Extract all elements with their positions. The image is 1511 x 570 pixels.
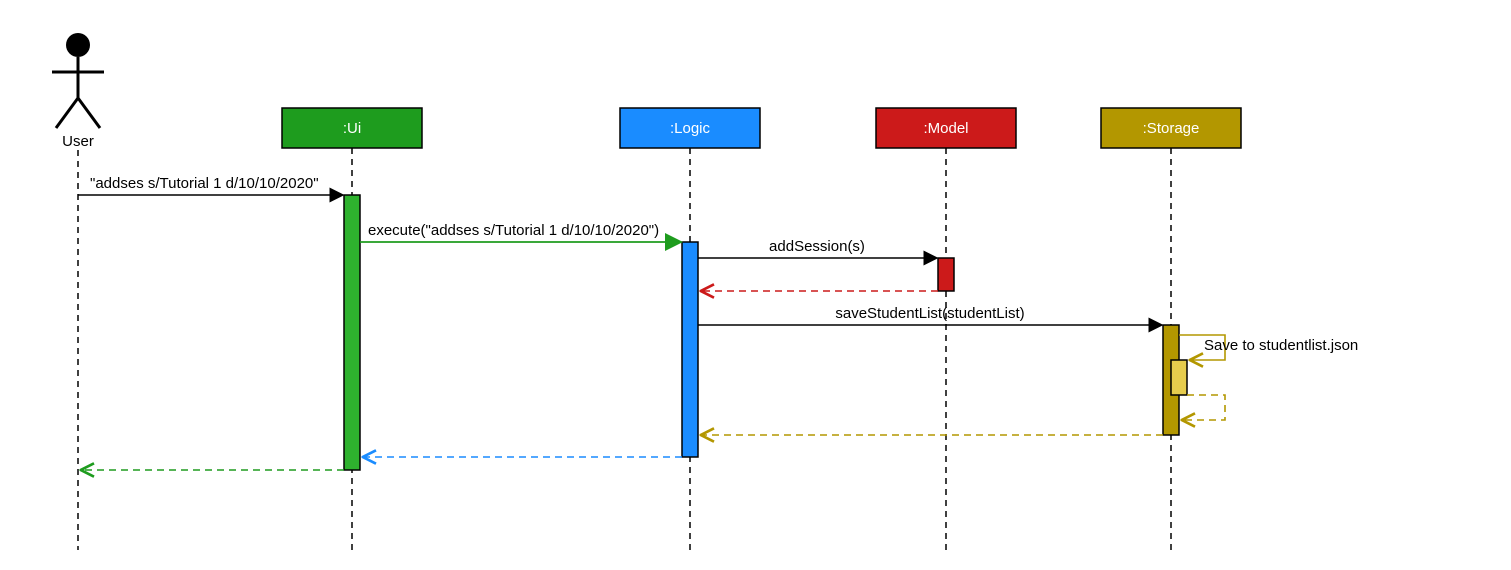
msg-logic-to-storage-label: saveStudentList(studentList) [835,305,1024,322]
sequence-diagram: User :Ui :Logic :Model :Storage "addses … [0,0,1511,570]
activation-storage-inner [1171,360,1187,395]
return-storage-self [1183,395,1225,420]
header-model-label: :Model [923,120,968,137]
activation-logic [682,242,698,457]
header-storage-label: :Storage [1143,120,1200,137]
activation-ui [344,195,360,470]
header-ui-label: :Ui [343,120,361,137]
msg-storage-self-label: Save to studentlist.json [1204,337,1358,354]
msg-ui-to-logic-label: execute("addses s/Tutorial 1 d/10/10/202… [368,222,659,239]
msg-logic-to-model-label: addSession(s) [769,238,865,255]
msg-user-to-ui-label: "addses s/Tutorial 1 d/10/10/2020" [90,175,319,192]
header-logic-label: :Logic [670,120,711,137]
actor-user-icon [52,33,104,128]
activation-model [938,258,954,291]
actor-user-label: User [62,133,94,150]
